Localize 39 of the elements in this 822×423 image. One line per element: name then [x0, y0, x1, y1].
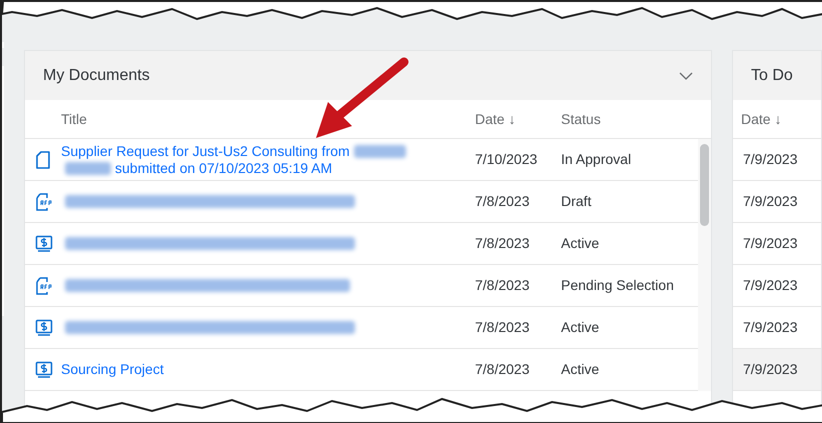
dollar-document-icon: [35, 360, 53, 378]
date-cell-text: 7/9/2023: [743, 276, 798, 295]
card-title: My Documents: [43, 66, 150, 86]
status-cell-text: Pending Selection: [561, 276, 675, 295]
status-cell-text: Active: [561, 234, 600, 253]
status-cell-text: Active: [561, 360, 600, 379]
date-cell-text: 7/8/2023: [475, 234, 530, 253]
date-cell-text: 7/8/2023: [475, 318, 530, 337]
scrollbar-thumb[interactable]: [700, 144, 709, 226]
date-cell-text: 7/8/2023: [475, 360, 530, 379]
document-icon: [35, 150, 51, 168]
chevron-down-icon[interactable]: [679, 72, 693, 80]
to-do-row[interactable]: 7/9/2023: [733, 349, 821, 391]
column-header[interactable]: Title: [61, 110, 475, 128]
rfp-document-icon: [35, 276, 53, 294]
document-link[interactable]: Supplier Request for Just-Us2 Consulting from: [61, 142, 350, 160]
dollar-document-icon: [35, 318, 53, 336]
column-header[interactable]: Status: [561, 108, 698, 130]
status-cell-text: In Approval: [561, 150, 632, 169]
redaction-bar: [354, 144, 406, 158]
scrollbar[interactable]: [698, 139, 711, 391]
document-link[interactable]: Sourcing Project: [61, 361, 164, 378]
redaction-bar: [65, 162, 111, 174]
status-cell-text: Draft: [561, 192, 592, 211]
rfp-document-icon: [35, 192, 53, 210]
document-link[interactable]: submitted on 07/10/2023 05:19 AM: [115, 160, 332, 176]
column-header[interactable]: Date ↓: [475, 108, 561, 130]
date-cell-text: 7/10/2023: [475, 150, 538, 169]
status-cell-text: Active: [561, 318, 600, 337]
date-cell-text: 7/8/2023: [475, 192, 530, 211]
date-cell-text: 7/9/2023: [743, 234, 798, 253]
date-cell-text: 7/9/2023: [743, 318, 798, 337]
column-header[interactable]: Date ↓: [741, 108, 782, 130]
date-cell-text: 7/8/2023: [475, 276, 530, 295]
date-cell-text: 7/9/2023: [743, 150, 798, 169]
date-cell-text: 7/9/2023: [743, 192, 798, 211]
date-cell-text: 7/9/2023: [743, 360, 798, 379]
card-title: To Do: [751, 66, 793, 86]
dollar-document-icon: [35, 234, 53, 252]
